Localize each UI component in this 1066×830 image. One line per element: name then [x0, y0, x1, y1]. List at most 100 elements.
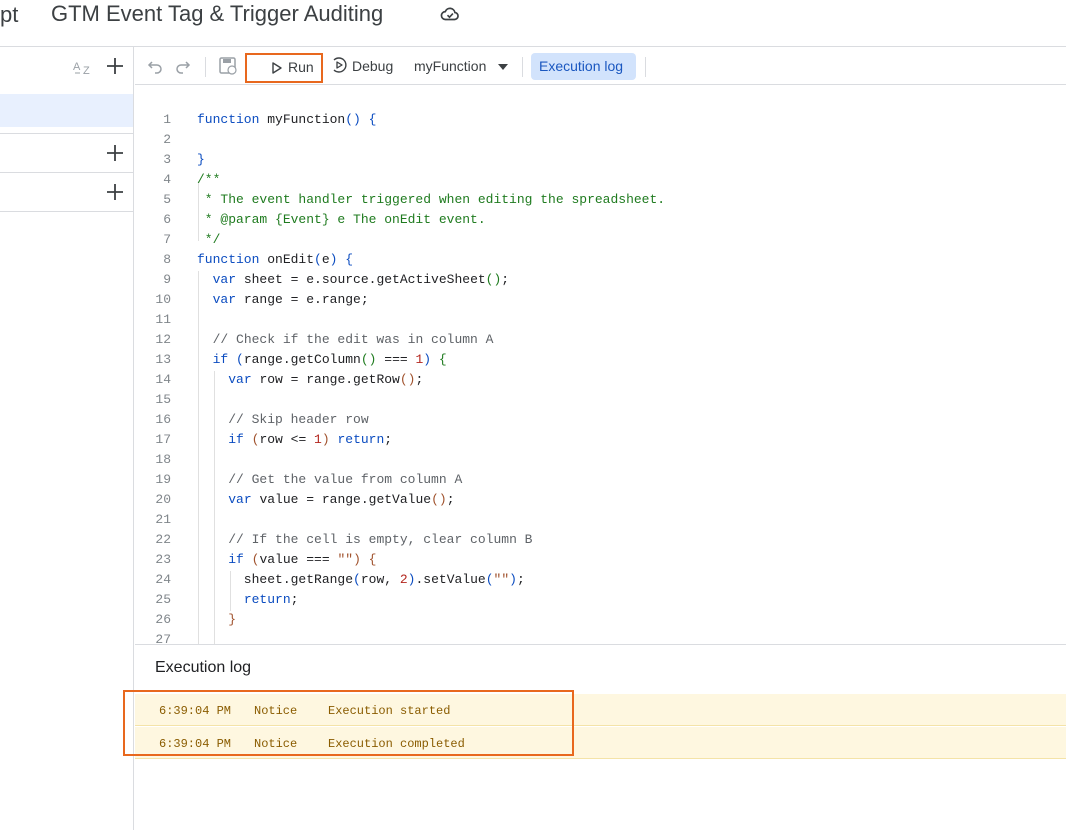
add-file-icon[interactable]: [105, 56, 125, 76]
log-highlight-box: [123, 690, 574, 756]
code-token: range = e.range;: [243, 292, 369, 307]
line-number: 6: [163, 212, 171, 227]
line-number: 12: [155, 332, 171, 347]
code-token: ) {: [329, 252, 354, 267]
line-number: 20: [155, 492, 171, 507]
code-text: if (range.getColumn() === 1) {: [197, 350, 447, 370]
code-token: function: [197, 252, 268, 267]
code-text: sheet.getRange(row, 2).setValue("");: [197, 570, 525, 590]
toolbar-separator: [645, 57, 646, 77]
execution-log-button[interactable]: Execution log: [531, 53, 636, 80]
code-line: 25 return;: [135, 590, 1066, 610]
code-line: 1 function myFunction() {: [135, 110, 1066, 130]
section-divider: [0, 172, 133, 173]
selected-file-item[interactable]: [0, 94, 133, 127]
line-number: 3: [163, 152, 171, 167]
code-token: var: [212, 272, 244, 287]
code-token: var: [228, 492, 260, 507]
code-text: // Get the value from column A: [197, 470, 462, 490]
execution-log-title: Execution log: [155, 659, 252, 676]
code-token: // Check if the edit was in column A: [212, 332, 494, 347]
line-number: 13: [155, 352, 171, 367]
code-token: if: [212, 352, 237, 367]
code-token: if: [228, 552, 252, 567]
code-token: // Get the value from column A: [228, 472, 463, 487]
code-token: function: [197, 112, 268, 127]
redo-icon[interactable]: [174, 57, 192, 75]
run-button[interactable]: Run: [245, 53, 323, 83]
line-number: 23: [155, 552, 171, 567]
add-library-icon[interactable]: [105, 143, 125, 163]
sort-az-icon[interactable]: A Z: [72, 57, 94, 77]
line-number: 25: [155, 592, 171, 607]
code-token: (: [236, 352, 244, 367]
line-number: 18: [155, 452, 171, 467]
code-text: * @param {Event} e The onEdit event.: [197, 210, 486, 230]
save-project-icon[interactable]: [218, 56, 238, 76]
add-service-icon[interactable]: [105, 182, 125, 202]
code-text: }: [197, 610, 236, 630]
code-token: e: [321, 252, 330, 267]
code-line: 4 /**: [135, 170, 1066, 190]
undo-icon[interactable]: [146, 57, 164, 75]
code-token: ): [509, 572, 517, 587]
code-token: var: [228, 372, 260, 387]
code-line: 11: [135, 310, 1066, 330]
line-number: 24: [155, 572, 171, 587]
code-line: 17 if (row <= 1) return;: [135, 430, 1066, 450]
code-line: 19 // Get the value from column A: [135, 470, 1066, 490]
code-line: 9 var sheet = e.source.getActiveSheet();: [135, 270, 1066, 290]
editor-toolbar: Run Debug myFunction Execution log: [135, 47, 1066, 85]
log-panel-divider: [135, 644, 1066, 645]
debug-label: Debug: [352, 58, 394, 74]
code-token: (): [399, 372, 416, 387]
code-token: /**: [197, 172, 221, 187]
code-line: 12 // Check if the edit was in column A: [135, 330, 1066, 350]
line-number: 4: [163, 172, 171, 187]
code-token: ): [321, 432, 330, 447]
code-text: * The event handler triggered when editi…: [197, 190, 665, 210]
code-text: function myFunction() {: [197, 110, 376, 130]
code-line: 13 if (range.getColumn() === 1) {: [135, 350, 1066, 370]
code-line: 21: [135, 510, 1066, 530]
code-token: ;: [501, 272, 510, 287]
code-token: var: [212, 292, 244, 307]
code-line: 8 function onEdit(e) {: [135, 250, 1066, 270]
code-token: value = range.getValue: [259, 492, 432, 507]
section-divider: [0, 211, 133, 212]
code-token: "": [493, 572, 510, 587]
code-editor[interactable]: 1 function myFunction() {2 3} 4/** 5 * The e…: [135, 86, 1066, 644]
line-number: 14: [155, 372, 171, 387]
function-selector[interactable]: myFunction: [414, 58, 508, 78]
code-line: 16 // Skip header row: [135, 410, 1066, 430]
code-token: 2: [399, 572, 408, 587]
line-number: 9: [163, 272, 171, 287]
code-token: 1: [314, 432, 322, 447]
code-text: /**: [197, 170, 220, 190]
code-text: var value = range.getValue();: [197, 490, 454, 510]
line-number: 11: [155, 312, 171, 327]
code-token: }: [228, 612, 237, 627]
line-number: 5: [163, 192, 171, 207]
title-bar: pt GTM Event Tag & Trigger Auditing: [0, 0, 1066, 46]
line-number: 19: [155, 472, 171, 487]
cloud-saved-icon[interactable]: [440, 5, 460, 23]
code-token: sheet = e.source.getActiveSheet: [243, 272, 486, 287]
code-token: ;: [516, 572, 525, 587]
code-token: ;: [290, 592, 299, 607]
files-panel: A Z: [0, 47, 134, 830]
line-number: 16: [155, 412, 171, 427]
code-text: var row = range.getRow();: [197, 370, 423, 390]
chevron-down-icon: [498, 64, 508, 70]
project-title[interactable]: GTM Event Tag & Trigger Auditing: [51, 1, 383, 27]
